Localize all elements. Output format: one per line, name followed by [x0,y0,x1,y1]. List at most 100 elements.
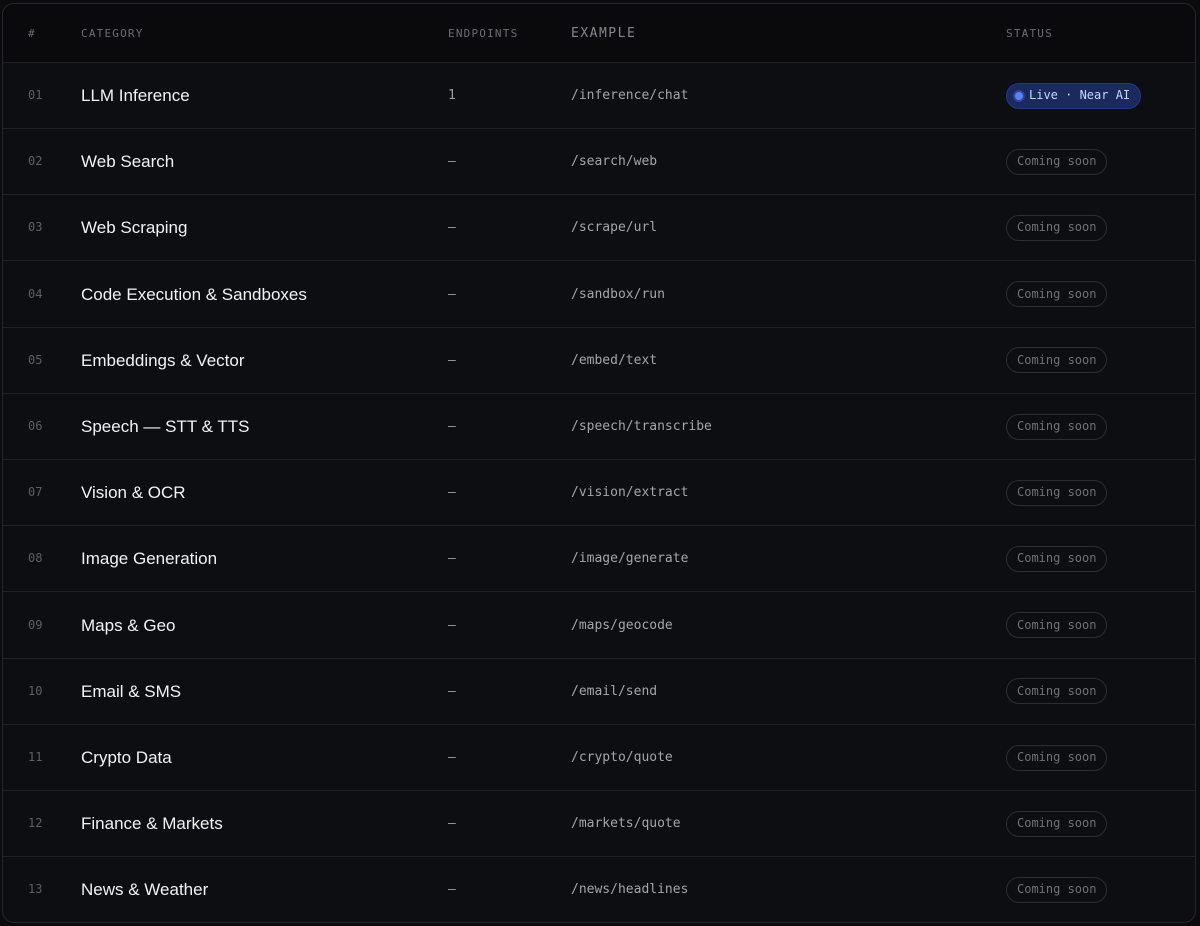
category-name: Image Generation [81,549,218,569]
status-cell: Coming soon [1006,460,1108,525]
table-row[interactable]: 12 Finance & Markets — /markets/quote Coming… [3,791,1195,858]
endpoint-count: — [448,617,456,633]
row-number: 02 [28,154,43,169]
row-number: 10 [28,683,43,698]
example-path: /image/generate [571,551,689,567]
status-cell: Coming soon [1006,725,1108,790]
endpoint-count: — [448,352,456,368]
status-badge: Coming soon [1006,214,1108,241]
category-name: Embeddings & Vector [81,350,245,370]
status-label: Coming soon [1017,750,1097,764]
category-name: Email & SMS [81,681,182,701]
status-label: Coming soon [1017,352,1097,367]
table-row[interactable]: 11 Crypto Data — /crypto/quote Coming soon [3,725,1195,791]
endpoint-count: — [448,882,456,898]
status-cell: Live · Near AI [1006,63,1142,128]
table-row[interactable]: 10 Email & SMS — /email/send Coming soon [3,659,1195,725]
table-row[interactable]: 01 LLM Inference 1/inference/chat Live · Ne… [3,63,1195,129]
category-name: Speech — STT & TTS [81,417,250,436]
endpoint-count: 1 [448,88,456,103]
status-badge: Live · Near AI [1006,82,1142,109]
row-number: 04 [28,286,43,301]
status-label: Coming soon [1017,485,1097,500]
header-endpoints[interactable]: ENDPOINTS [448,4,518,63]
example-path: /news/headlines [571,882,689,898]
status-cell: Coming soon [1006,129,1108,194]
status-badge: Coming soon [1006,678,1108,705]
category-name: LLM Inference [81,86,190,105]
live-dot-icon [1015,91,1023,100]
status-cell: Coming soon [1006,857,1108,922]
category-name: Maps & Geo [81,615,176,635]
endpoint-count: — [448,220,456,236]
row-number: 11 [28,750,43,764]
status-label: Coming soon [1017,419,1097,433]
category-name: Crypto Data [81,748,172,767]
endpoint-count: — [448,286,456,302]
example-path: /scrape/url [571,220,658,236]
status-label: Coming soon [1017,551,1097,566]
category-name: Vision & OCR [81,483,186,503]
category-name: Web Scraping [81,218,188,238]
row-number: 13 [28,882,43,897]
row-number: 06 [28,419,43,433]
status-cell: Coming soon [1006,394,1108,459]
row-number: 03 [28,220,43,235]
status-label: Coming soon [1017,882,1097,897]
table-row[interactable]: 13 News & Weather — /news/headlines Coming s… [3,857,1195,922]
status-badge: Coming soon [1006,810,1108,837]
status-label: Coming soon [1017,220,1097,235]
header-example[interactable]: EXAMPLE [571,4,636,63]
example-path: /sandbox/run [571,286,665,302]
status-cell: Coming soon [1006,328,1108,393]
category-name: Code Execution & Sandboxes [81,284,307,304]
endpoint-count: — [448,419,456,434]
endpoint-count: — [448,750,456,765]
example-path: /embed/text [571,352,658,368]
row-number: 08 [28,551,43,566]
endpoint-count: — [448,154,456,170]
table-row[interactable]: 06 Speech — STT & TTS — /speech/transcribe C… [3,394,1195,460]
table-row[interactable]: 07 Vision & OCR — /vision/extract Coming soo… [3,460,1195,527]
row-number: 09 [28,617,43,632]
category-name: News & Weather [81,880,209,900]
status-badge: Coming soon [1006,612,1108,639]
status-badge: Coming soon [1006,148,1108,175]
header-status[interactable]: STATUS [1006,4,1053,63]
status-label: Coming soon [1017,816,1097,831]
table-row[interactable]: 05 Embeddings & Vector — /embed/text Coming … [3,328,1195,394]
status-cell: Coming soon [1006,791,1108,856]
status-badge: Coming soon [1006,413,1108,440]
example-path: /markets/quote [571,816,681,832]
row-number: 05 [28,352,43,367]
table-row[interactable]: 04 Code Execution & Sandboxes — /sandbox/ru… [3,262,1195,328]
status-cell: Coming soon [1006,262,1108,327]
status-cell: Coming soon [1006,195,1108,260]
endpoint-count: — [448,485,456,501]
status-cell: Coming soon [1006,526,1108,591]
status-badge: Coming soon [1006,876,1108,903]
table-header: # CATEGORY ENDPOINTS EXAMPLE STATUS [3,4,1195,63]
header-num: # [28,27,36,40]
status-label: Live · Near AI [1029,88,1131,102]
status-cell: Coming soon [1006,593,1108,658]
table-row[interactable]: 03 Web Scraping — /scrape/url Coming soon [3,195,1195,262]
status-label: Coming soon [1017,617,1097,632]
endpoint-count: — [448,816,456,832]
example-path: /crypto/quote [571,750,673,765]
status-badge: Coming soon [1006,545,1108,572]
table-row[interactable]: 09 Maps & Geo — /maps/geocode Coming soon [3,593,1195,659]
status-badge: Coming soon [1006,347,1108,374]
example-path: /search/web [571,154,658,170]
row-number: 12 [28,816,43,831]
table-row[interactable]: 08 Image Generation — /image/generate Coming… [3,526,1195,593]
status-badge: Coming soon [1006,281,1108,308]
categories-table: # CATEGORY ENDPOINTS EXAMPLE STATUS 01 LL… [2,3,1196,923]
row-number: 01 [28,88,43,102]
example-path: /inference/chat [571,88,689,103]
status-label: Coming soon [1017,683,1097,698]
header-category[interactable]: CATEGORY [81,4,144,63]
example-path: /maps/geocode [571,617,673,633]
category-name: Finance & Markets [81,814,223,834]
table-row[interactable]: 02 Web Search — /search/web Coming soon [3,129,1195,196]
